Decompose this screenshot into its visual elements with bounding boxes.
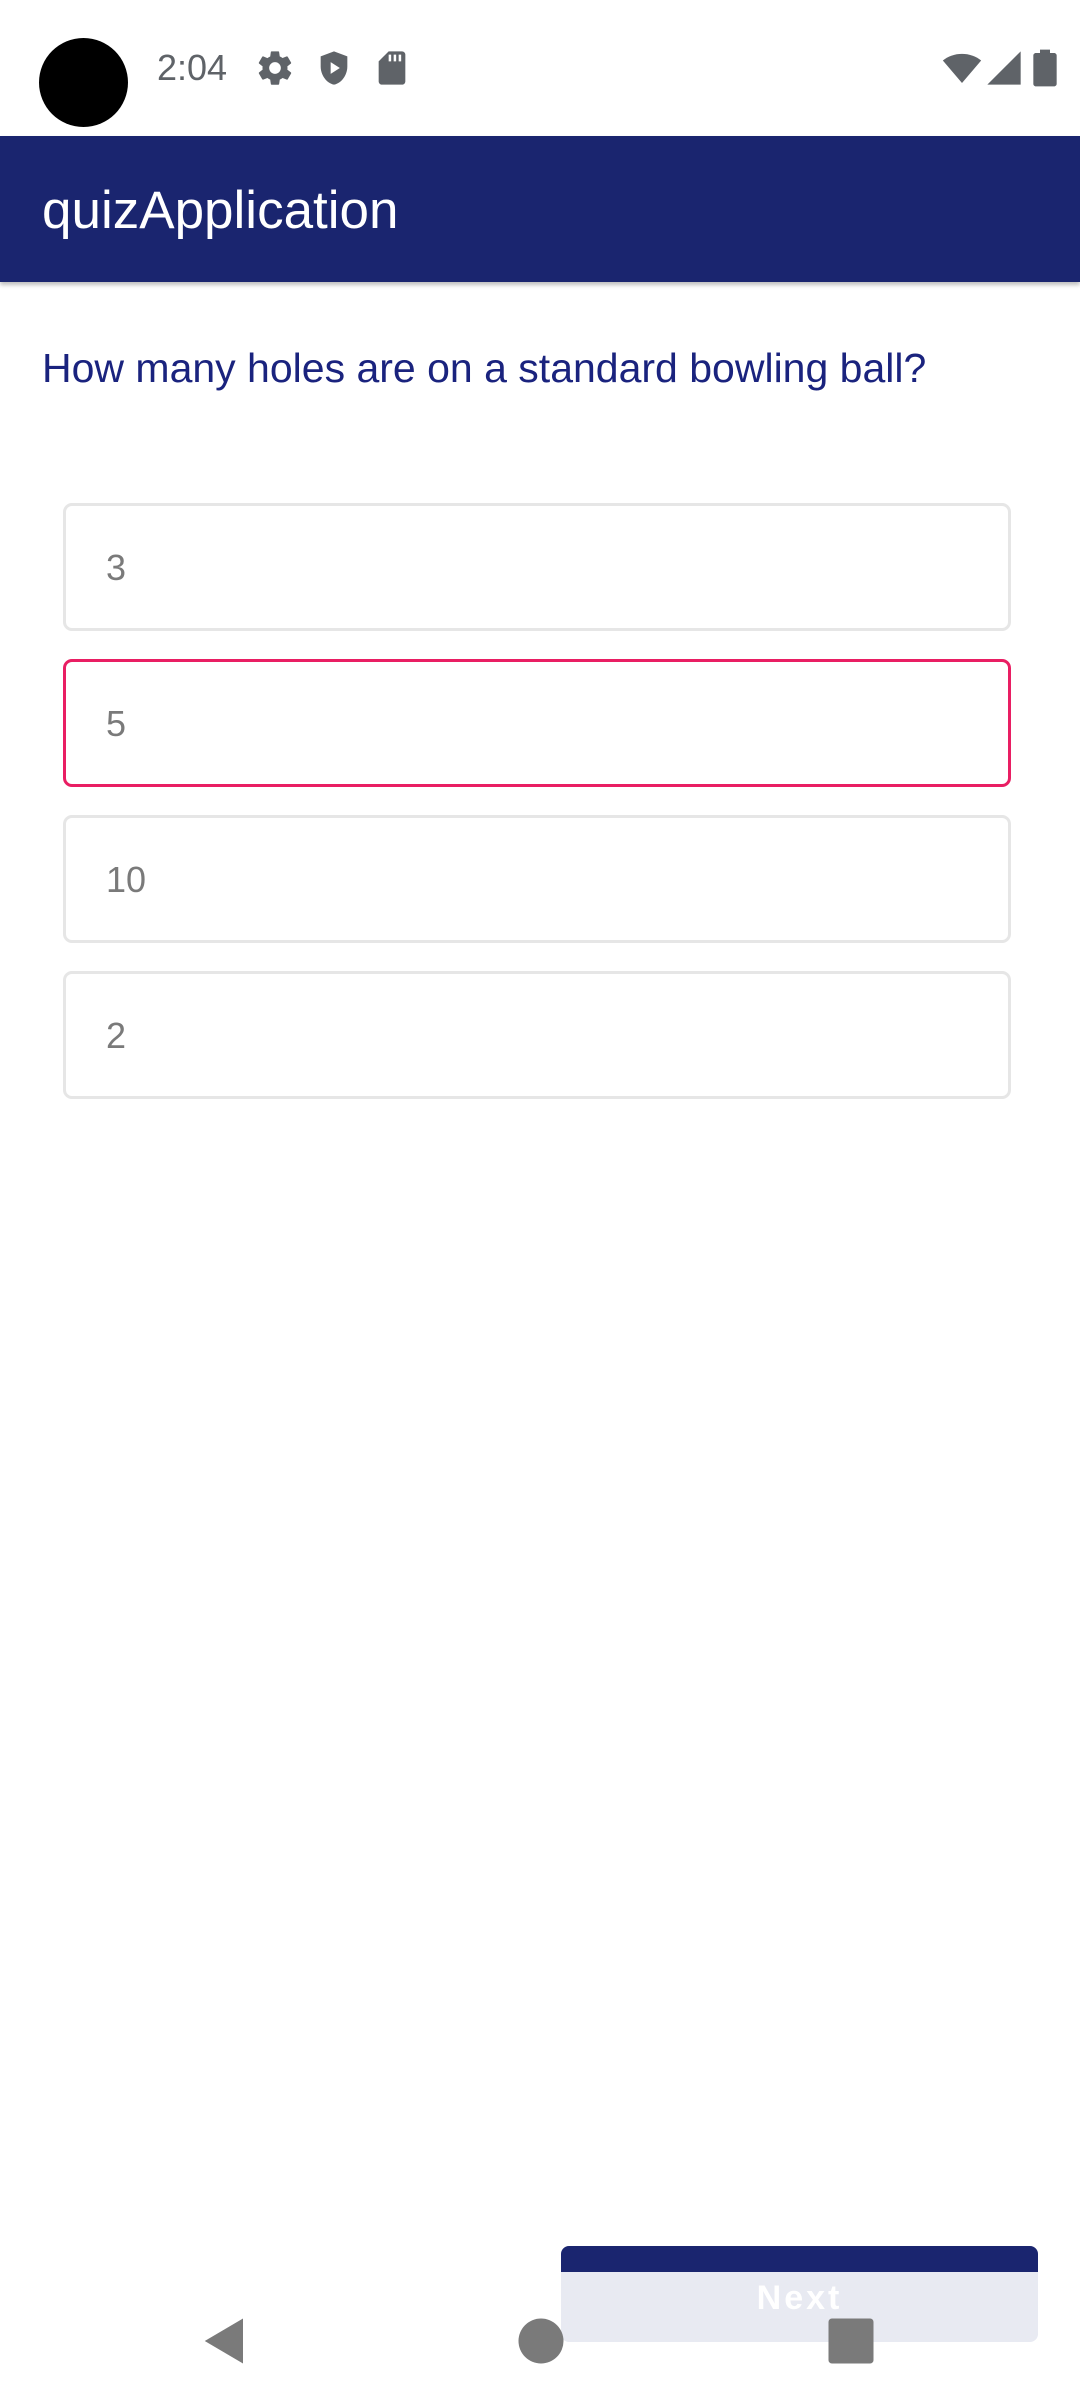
- battery-icon: [1030, 48, 1060, 88]
- status-bar: 2:04: [0, 0, 1080, 136]
- signal-icon: [984, 48, 1024, 88]
- settings-icon: [255, 48, 295, 88]
- app-bar: quizApplication: [0, 136, 1080, 282]
- answer-option-3[interactable]: 10: [63, 815, 1011, 943]
- status-time: 2:04: [157, 47, 228, 88]
- recents-icon[interactable]: [824, 2314, 878, 2368]
- camera-cutout: [39, 38, 128, 127]
- answer-option-label: 3: [106, 547, 127, 588]
- navigation-bar: [0, 2280, 1080, 2400]
- answer-option-label: 5: [106, 703, 127, 744]
- app-title: quizApplication: [42, 181, 399, 240]
- sd-card-icon: [372, 48, 412, 88]
- answer-option-label: 10: [106, 859, 147, 900]
- home-icon[interactable]: [514, 2314, 568, 2368]
- answer-option-2[interactable]: 5: [63, 659, 1011, 787]
- question-text: How many holes are on a standard bowling…: [42, 345, 927, 391]
- answer-option-label: 2: [106, 1015, 127, 1056]
- answer-option-4[interactable]: 2: [63, 971, 1011, 1099]
- back-icon[interactable]: [198, 2314, 252, 2368]
- wifi-icon: [942, 48, 982, 88]
- next-button-top-edge: [561, 2246, 1038, 2272]
- shield-play-icon: [314, 48, 354, 88]
- answer-option-1[interactable]: 3: [63, 503, 1011, 631]
